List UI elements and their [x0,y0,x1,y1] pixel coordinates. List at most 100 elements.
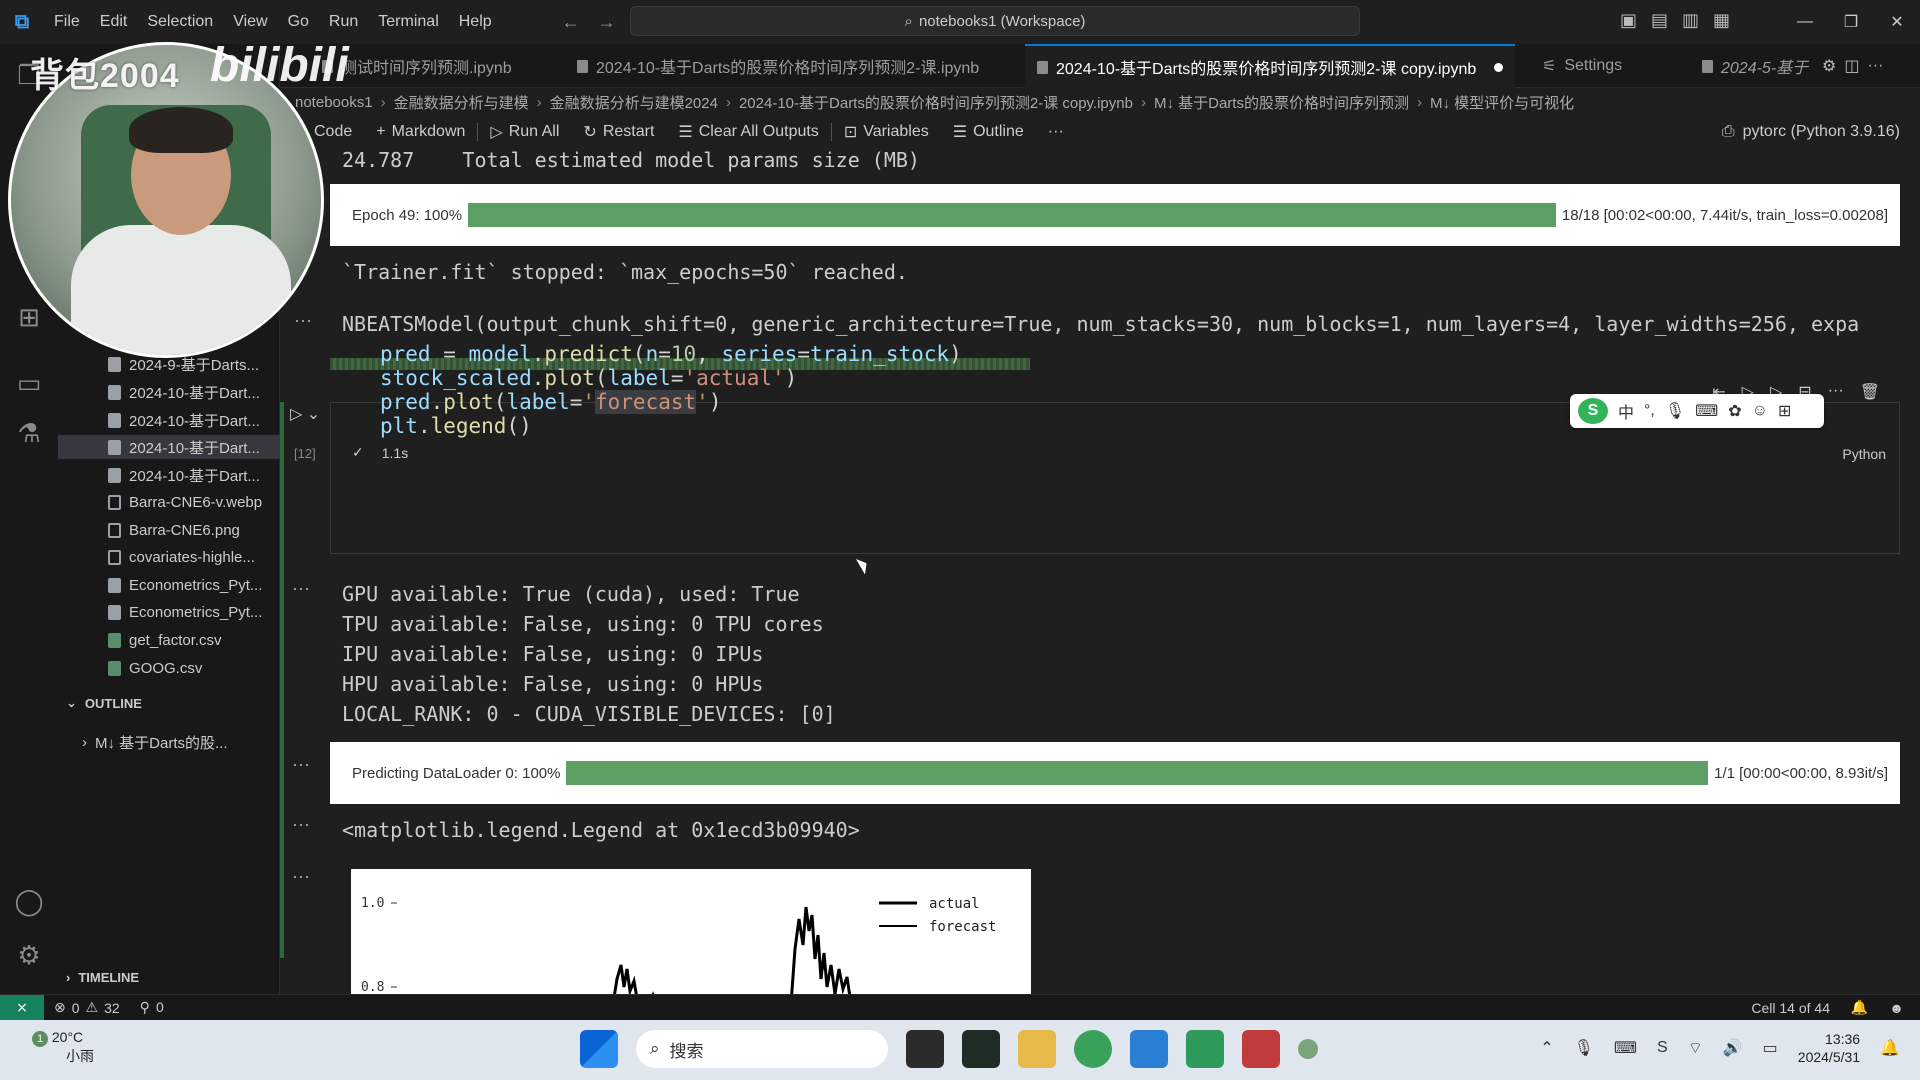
breadcrumb-item[interactable]: notebooks1 [295,94,373,111]
grid-menu-icon[interactable]: ⊞ [1778,401,1791,421]
mic-icon[interactable]: 🎙 [1665,401,1685,421]
outline-button[interactable]: ☰ Outline [941,122,1036,142]
mic-icon[interactable]: 🎙 [1574,1038,1594,1058]
minimize-icon[interactable]: — [1782,13,1828,31]
timeline-section-header[interactable]: › TIMELINE [66,970,139,985]
delete-cell-icon[interactable]: 🗑 [1860,382,1880,402]
bell-icon[interactable]: 🔔 [1851,999,1868,1016]
account-icon[interactable]: ◯ [12,884,46,918]
search-placeholder: 搜索 [669,1041,704,1061]
execution-count: [12] [294,446,316,461]
file-explorer-icon[interactable] [1018,1030,1056,1068]
outline-item[interactable]: › M↓ 基于Darts的股... [82,732,228,753]
wifi-icon[interactable]: ⌔ [1688,1038,1703,1058]
breadcrumb-item[interactable]: 2024-10-基于Darts的股票价格时间序列预测2-课 copy.ipynb [739,92,1133,113]
cell-more-icon[interactable]: ··· [1828,382,1844,402]
app-icon[interactable] [1298,1039,1318,1059]
terminal-app-icon[interactable] [962,1030,1000,1068]
breadcrumb-item[interactable]: 金融数据分析与建模 [394,92,529,113]
gear-icon[interactable]: ⚙ [12,938,46,972]
battery-icon[interactable]: ▭ [1763,1038,1778,1058]
breadcrumb-item[interactable]: 金融数据分析与建模2024 [550,92,718,113]
testing-icon[interactable]: ⚗ [12,416,46,450]
windows-start-icon[interactable] [580,1030,618,1068]
keyboard-icon[interactable]: ⌨ [1695,401,1718,421]
skin-icon[interactable]: ✿ [1728,401,1741,421]
back-arrow-icon[interactable]: ← [562,12,580,33]
restore-icon[interactable]: ❐ [1828,12,1874,32]
output-more-icon[interactable]: ··· [292,866,310,887]
menu-edit[interactable]: Edit [90,13,138,31]
menu-selection[interactable]: Selection [137,13,223,31]
unsaved-dot-icon[interactable] [1494,62,1504,72]
tab-notebook-active[interactable]: 2024-10-基于Darts的股票价格时间序列预测2-课 copy.ipynb [1025,44,1516,88]
output-more-icon[interactable]: ··· [294,310,312,331]
tab-notebook-5[interactable]: 2024-5-基于 [1690,44,1820,88]
toggle-panel-icon[interactable]: ▤ [1651,10,1668,31]
ime-chinese-icon[interactable]: 中 [1618,399,1634,423]
more-actions-icon[interactable]: ··· [1867,57,1883,75]
matplotlib-plot: 1.0 0.8 actual forecast [351,869,1031,1004]
media-player-icon[interactable] [1186,1030,1224,1068]
split-editor-icon[interactable]: ◫ [1844,56,1859,76]
more-button[interactable]: ··· [1036,123,1076,141]
cell-language[interactable]: Python [1842,446,1886,462]
task-view-icon[interactable] [906,1030,944,1068]
toolbox-icon[interactable]: ☺ [1752,402,1768,420]
breadcrumb-item[interactable]: M↓ 基于Darts的股票价格时间序列预测 [1154,92,1409,113]
code-line-1[interactable]: pred = model.predict(n=10, series=train_… [380,342,962,366]
ime-tray-icon[interactable]: ⌨ [1614,1038,1637,1058]
wps-icon[interactable] [1242,1030,1280,1068]
gear-icon[interactable]: ⚙ [1822,56,1836,76]
volume-icon[interactable]: 🔊 [1723,1038,1743,1058]
output-more-icon[interactable]: ··· [292,814,310,835]
file-item-active[interactable]: 2024-10-基于Dart... [58,435,280,459]
chrome-icon[interactable] [1074,1030,1112,1068]
tab-notebook-2[interactable]: 2024-10-基于Darts的股票价格时间序列预测2-课.ipynb [565,44,991,88]
clear-outputs-button[interactable]: ☰ Clear All Outputs [666,122,830,142]
forward-arrow-icon[interactable]: → [598,12,616,33]
code-line-3[interactable]: pred.plot(label='forecast') [380,390,721,414]
vscode-app-icon[interactable] [1130,1030,1168,1068]
output-more-icon[interactable]: ··· [292,578,310,599]
sogou-tray-icon[interactable]: S [1657,1039,1668,1057]
tab-settings[interactable]: ⚟ Settings [1530,44,1634,88]
menu-go[interactable]: Go [278,13,319,31]
chevron-up-icon[interactable]: ⌃ [1540,1038,1553,1058]
feedback-icon[interactable]: ☻ [1889,1000,1904,1016]
customize-layout-icon[interactable]: ▦ [1713,10,1730,31]
menu-file[interactable]: File [44,13,90,31]
close-icon[interactable]: ✕ [1874,12,1920,32]
restart-button[interactable]: ↻ Restart [571,122,666,142]
code-line-4[interactable]: plt.legend() [380,414,532,438]
problems-indicator[interactable]: ⊗ 0 ⚠ 32 [54,999,120,1016]
command-center[interactable]: ⌕ notebooks1 (Workspace) [630,6,1360,36]
menu-help[interactable]: Help [449,13,502,31]
ime-punct-icon[interactable]: °, [1644,402,1655,420]
menu-run[interactable]: Run [319,13,368,31]
notification-icon[interactable]: 🔔 [1880,1038,1900,1058]
output-more-icon[interactable]: ··· [292,754,310,775]
code-line-2[interactable]: stock_scaled.plot(label='actual') [380,366,797,390]
remote-explorer-icon[interactable]: ▭ [12,366,46,400]
add-markdown-button[interactable]: + Markdown [364,123,477,141]
settings-icon: ⚟ [1542,58,1557,75]
menu-view[interactable]: View [223,13,277,31]
toggle-primary-sidebar-icon[interactable]: ▣ [1620,10,1637,31]
run-cell-icon[interactable]: ▷ ⌄ [290,404,320,424]
run-all-button[interactable]: ▷ Run All [478,122,571,142]
menu-terminal[interactable]: Terminal [368,13,448,31]
clock[interactable]: 13:36 2024/5/31 [1798,1030,1860,1066]
ports-indicator[interactable]: ⚲ 0 [140,999,164,1016]
remote-icon[interactable]: ⨯ [0,994,44,1021]
toggle-secondary-sidebar-icon[interactable]: ▥ [1682,10,1699,31]
sogou-logo-icon[interactable]: S [1578,398,1608,424]
breadcrumb-item[interactable]: M↓ 模型评价与可视化 [1430,92,1574,113]
kernel-picker[interactable]: ⎙ pytorc (Python 3.9.16) [1722,118,1900,146]
outline-section-header[interactable]: ⌄ OUTLINE [66,695,142,711]
weather-widget[interactable]: 1 20°C 小雨 [32,1028,94,1065]
variables-button[interactable]: ⊡ Variables [832,122,941,142]
extensions-icon[interactable]: ⊞ [12,300,46,334]
taskbar-search[interactable]: ⌕ 搜索 [636,1030,888,1068]
cell-position[interactable]: Cell 14 of 44 [1751,1000,1830,1016]
